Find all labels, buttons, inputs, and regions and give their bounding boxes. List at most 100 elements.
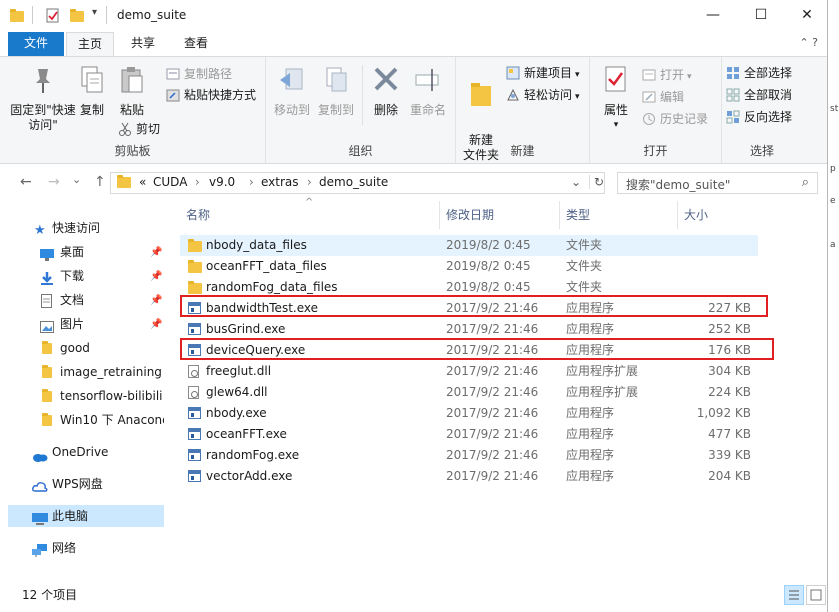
properties-check-icon[interactable] [46, 8, 60, 23]
recent-locations-button[interactable]: ⌄ [72, 173, 81, 186]
column-date[interactable]: 修改日期 [440, 201, 560, 229]
easy-access-button[interactable]: 轻松访问 ▾ [506, 85, 580, 105]
file-name: nbody_data_files [206, 238, 307, 252]
exe-icon [188, 428, 202, 441]
select-none-button[interactable]: 全部取消 [726, 85, 792, 105]
nav-item-desktop[interactable]: 桌面 📌 [0, 241, 164, 263]
cut-button[interactable]: 剪切 [118, 119, 160, 139]
back-button[interactable]: ← [20, 174, 32, 190]
rename-label: 重命名 [409, 103, 446, 117]
breadcrumb-separator[interactable]: › [249, 175, 254, 189]
copy-path-label: 复制路径 [184, 67, 233, 81]
tab-file[interactable]: 文件 [8, 32, 64, 56]
column-size[interactable]: 大小 [678, 201, 758, 229]
search-input[interactable]: 搜索"demo_suite" ⌕ [617, 172, 818, 194]
folder-icon [188, 239, 202, 252]
file-row[interactable]: oceanFFT.exe 2017/9/2 21:46 应用程序 477 KB [180, 424, 758, 445]
file-row[interactable]: busGrind.exe 2017/9/2 21:46 应用程序 252 KB [180, 319, 758, 340]
easy-access-icon [506, 88, 520, 102]
nav-item-documents[interactable]: 文档 📌 [0, 289, 164, 311]
open-button[interactable]: 打开 ▾ [642, 65, 692, 85]
nav-quick-access[interactable]: ★ 快速访问 [0, 217, 164, 239]
file-row[interactable]: vectorAdd.exe 2017/9/2 21:46 应用程序 204 KB [180, 466, 758, 487]
nav-folder-tensorflow[interactable]: tensorflow-bilibili [0, 385, 164, 407]
tab-home[interactable]: 主页 [66, 32, 114, 56]
select-all-icon [726, 66, 740, 80]
minimize-button[interactable]: — [690, 0, 736, 32]
nav-this-pc[interactable]: 此电脑 [8, 505, 164, 527]
new-item-button[interactable]: 新建项目 ▾ [506, 63, 580, 83]
nav-item-pictures[interactable]: 图片 📌 [0, 313, 164, 335]
paste-shortcut-button[interactable]: 粘贴快捷方式 [166, 85, 256, 105]
breadcrumb-cuda[interactable]: CUDA [153, 175, 187, 189]
properties-button[interactable]: 属性 ▾ [596, 65, 636, 133]
refresh-icon[interactable]: ↻ [589, 175, 604, 189]
invert-selection-button[interactable]: 反向选择 [726, 107, 792, 127]
pin-icon[interactable]: 📌 [150, 242, 162, 263]
paste-label: 粘贴 [119, 103, 144, 117]
up-button[interactable]: ↑ [94, 174, 106, 190]
breadcrumb-extras[interactable]: extras [261, 175, 299, 189]
breadcrumb-demo-suite[interactable]: demo_suite [319, 175, 388, 189]
nav-wps-drive[interactable]: WPS网盘 [0, 473, 164, 495]
move-to-button[interactable]: 移动到 [272, 65, 312, 118]
pin-icon [10, 65, 76, 99]
file-row[interactable]: nbody.exe 2017/9/2 21:46 应用程序 1,092 KB [180, 403, 758, 424]
folder-icon [42, 365, 56, 379]
file-date: 2017/9/2 21:46 [446, 448, 539, 462]
pin-icon[interactable]: 📌 [150, 266, 162, 287]
column-type[interactable]: 类型 [560, 201, 678, 229]
tab-view[interactable]: 查看 [170, 32, 222, 56]
breadcrumb-v9[interactable]: v9.0 [209, 175, 235, 189]
column-name[interactable]: 名称 [180, 201, 440, 229]
delete-button[interactable]: 删除 [368, 65, 404, 118]
address-dropdown-icon[interactable]: ⌄ [571, 175, 581, 189]
nav-onedrive[interactable]: OneDrive [0, 441, 164, 463]
exe-icon [188, 407, 202, 420]
nav-folder-good[interactable]: good [0, 337, 164, 359]
folder-icon [42, 341, 56, 355]
select-all-button[interactable]: 全部选择 [726, 63, 792, 83]
pin-icon[interactable]: 📌 [150, 314, 162, 335]
network-icon [32, 542, 47, 557]
new-folder-quick-icon[interactable] [70, 8, 84, 22]
paste-button[interactable]: 粘贴 [114, 65, 150, 118]
copy-path-button[interactable]: 复制路径 [166, 64, 232, 84]
customize-quick-access-icon[interactable]: ▾ [92, 7, 106, 21]
tab-share[interactable]: 共享 [118, 32, 168, 56]
file-row[interactable]: freeglut.dll 2017/9/2 21:46 应用程序扩展 304 KB [180, 361, 758, 382]
new-folder-button[interactable]: 新建 文件夹 [460, 65, 502, 178]
invert-selection-label: 反向选择 [744, 110, 793, 124]
file-row[interactable]: randomFog.exe 2017/9/2 21:46 应用程序 339 KB [180, 445, 758, 466]
pin-quick-access-button[interactable]: 固定到"快速访问" [10, 65, 76, 133]
address-path[interactable]: « CUDA › v9.0 › extras › demo_suite ⌄ ↻ [110, 172, 605, 194]
file-size: 339 KB [708, 448, 751, 462]
folder-icon [117, 175, 131, 188]
file-row[interactable]: oceanFFT_data_files 2019/8/2 0:45 文件夹 [180, 256, 758, 277]
close-button[interactable]: ✕ [784, 0, 827, 32]
breadcrumb-separator[interactable]: › [307, 175, 312, 189]
maximize-button[interactable]: ☐ [738, 0, 784, 32]
nav-folder-win10-anaconda[interactable]: Win10 下 Anaconda [0, 409, 164, 431]
forward-button[interactable]: → [48, 174, 60, 190]
details-view-button[interactable] [784, 585, 804, 605]
folder-icon [188, 260, 202, 273]
ribbon-help-icon[interactable]: ⌃ ? [799, 36, 818, 49]
edit-button[interactable]: 编辑 [642, 87, 684, 107]
history-button[interactable]: 历史记录 [642, 109, 708, 129]
folder-icon [10, 8, 24, 22]
large-icons-view-button[interactable] [806, 585, 826, 605]
nav-label: 桌面 [60, 245, 85, 259]
path-overflow[interactable]: « [139, 175, 146, 189]
nav-network[interactable]: 网络 [0, 537, 164, 559]
rename-button[interactable]: 重命名 [406, 65, 450, 118]
file-row[interactable]: glew64.dll 2017/9/2 21:46 应用程序扩展 224 KB [180, 382, 758, 403]
file-size: 252 KB [708, 322, 751, 336]
file-row[interactable]: nbody_data_files 2019/8/2 0:45 文件夹 [180, 235, 758, 256]
nav-item-downloads[interactable]: 下载 📌 [0, 265, 164, 287]
nav-folder-image-retraining[interactable]: image_retraining [0, 361, 164, 383]
copy-to-button[interactable]: 复制到 [316, 65, 356, 118]
pin-icon[interactable]: 📌 [150, 290, 162, 311]
breadcrumb-separator[interactable]: › [195, 175, 200, 189]
copy-button[interactable]: 复制 [74, 65, 110, 118]
